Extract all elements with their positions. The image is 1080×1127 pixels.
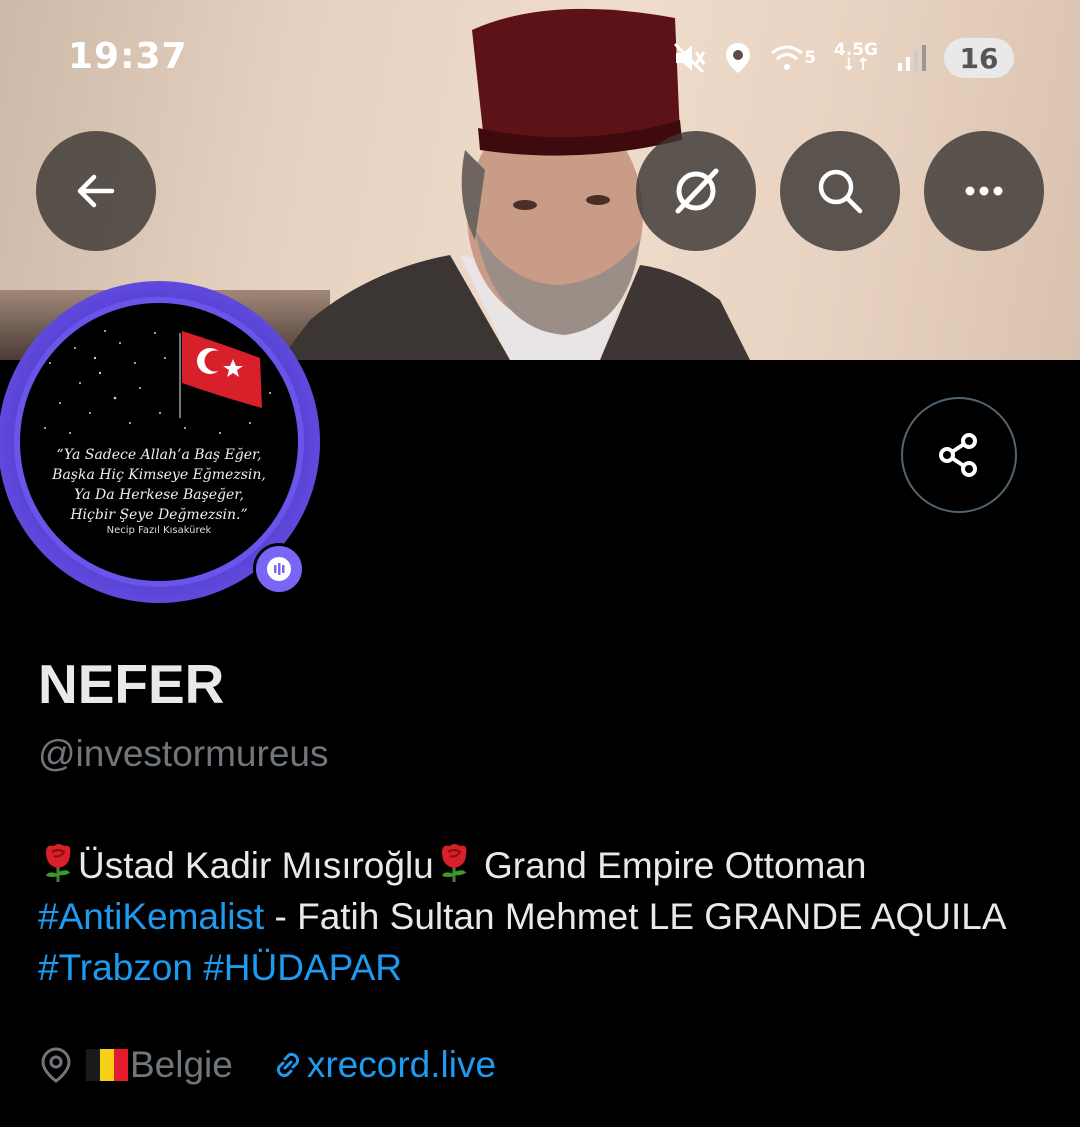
battery-icon: 16: [944, 38, 1014, 78]
user-handle: @investormureus: [38, 733, 329, 774]
bio-text: - Fatih Sultan Mehmet LE GRANDE AQUILA: [264, 896, 1005, 937]
display-name: NEFER: [38, 653, 225, 715]
share-button[interactable]: [901, 397, 1017, 513]
profile-screen: 19:37 5 4.5G ↓↑ 16 “Ya Sadece Allah’a Ba…: [0, 0, 1080, 1127]
location-icon: [726, 43, 751, 73]
mute-icon: [674, 42, 706, 74]
bio-text: Grand Empire Ottoman: [473, 845, 867, 886]
grok-button[interactable]: [636, 131, 756, 251]
location-pin-icon: [41, 1047, 71, 1083]
search-icon: [818, 169, 863, 214]
more-button[interactable]: [924, 131, 1044, 251]
wifi-icon: 5: [770, 43, 816, 73]
grok-icon: [675, 168, 719, 214]
spaces-badge[interactable]: [253, 543, 305, 595]
back-icon: [77, 174, 115, 208]
back-button[interactable]: [36, 131, 156, 251]
link-icon: [276, 1052, 299, 1078]
rose-icon: [441, 844, 467, 882]
status-time: 19:37: [68, 36, 188, 77]
location-text: Belgie: [130, 1044, 233, 1085]
profile-meta: Belgie xrecord.live: [38, 1040, 496, 1090]
mobile-data-label: 4.5G ↓↑: [833, 40, 878, 75]
spaces-icon: [267, 557, 291, 581]
rose-icon: [46, 844, 71, 882]
status-bar: 19:37 5 4.5G ↓↑ 16: [0, 0, 1080, 110]
avatar-quote: “Ya Sadece Allah’a Baş Eğer, Başka Hiç K…: [52, 447, 266, 523]
hashtag-link[interactable]: #Trabzon: [38, 947, 193, 988]
bio-text: Üstad Kadir Mısıroğlu: [78, 845, 434, 886]
hashtag-link[interactable]: #AntiKemalist: [38, 896, 264, 937]
avatar[interactable]: “Ya Sadece Allah’a Baş Eğer, Başka Hiç K…: [20, 303, 298, 581]
website-text: xrecord.live: [306, 1044, 497, 1085]
signal-icon: [898, 45, 926, 71]
search-button[interactable]: [780, 131, 900, 251]
more-icon: [965, 186, 1003, 196]
profile-bio: Üstad Kadir Mısıroğlu Grand Empire Ottom…: [38, 840, 1048, 993]
share-icon: [939, 433, 977, 477]
status-icons: 5 4.5G ↓↑ 16: [672, 36, 1014, 80]
hashtag-link[interactable]: #HÜDAPAR: [203, 947, 402, 988]
website-link[interactable]: xrecord.live: [269, 1044, 496, 1086]
wifi-label: 5: [804, 47, 816, 68]
belgium-flag-icon: [86, 1049, 128, 1081]
avatar-image: [44, 330, 271, 434]
avatar-quote-author: Necip Fazıl Kısakürek: [106, 525, 212, 536]
